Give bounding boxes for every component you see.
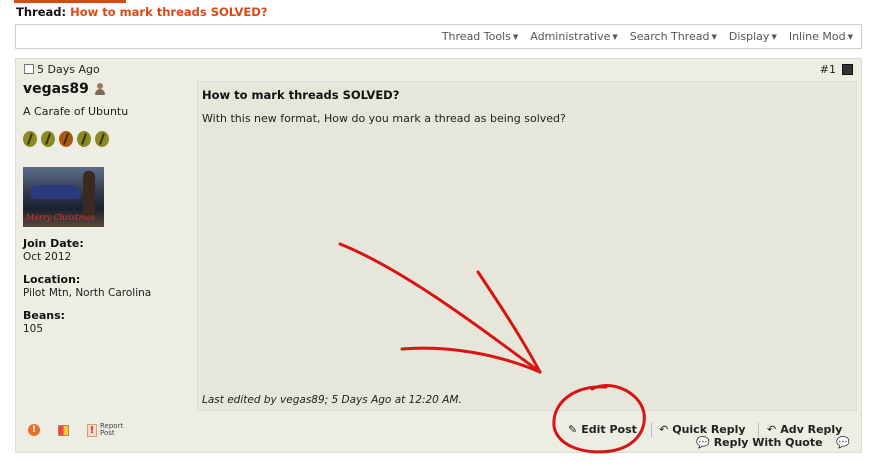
location-label: Location:: [23, 273, 81, 286]
join-date-label: Join Date:: [23, 237, 84, 250]
post-select-checkbox[interactable]: [24, 64, 34, 74]
search-thread-menu[interactable]: Search Thread ▼: [630, 30, 717, 43]
edit-post-label: Edit Post: [581, 423, 637, 436]
location-field: Location: Pilot Mtn, North Carolina: [23, 273, 193, 299]
administrative-label: Administrative: [530, 30, 611, 43]
avatar[interactable]: Merry Christmas: [23, 167, 104, 227]
multi-quote-button[interactable]: 💬: [836, 436, 850, 449]
administrative-menu[interactable]: Administrative ▼: [530, 30, 617, 43]
bean-icon: [77, 131, 91, 147]
footer-divider: [758, 423, 759, 437]
inline-mod-label: Inline Mod: [788, 30, 846, 43]
edit-post-button[interactable]: ✎ Edit Post: [568, 423, 637, 436]
user-title: A Carafe of Ubuntu: [23, 105, 129, 118]
caret-down-icon: ▼: [847, 32, 853, 41]
beans-value: 105: [23, 323, 44, 335]
post-date: 5 Days Ago: [24, 63, 100, 76]
post-number: #1: [820, 63, 853, 76]
infraction-icon[interactable]: !: [28, 424, 40, 436]
thread-tools-menu[interactable]: Thread Tools ▼: [442, 30, 518, 43]
avatar-caption: Merry Christmas: [26, 213, 96, 222]
multi-quote-icon: 💬: [836, 436, 850, 449]
thread-title: Thread: How to mark threads SOLVED?: [16, 5, 268, 19]
user-status-icon: [94, 83, 106, 95]
username-link[interactable]: vegas89: [23, 81, 89, 97]
bean-icon: [23, 131, 37, 147]
last-edited-time: 12:20 AM: [408, 394, 459, 406]
thread-prefix: Thread:: [16, 5, 67, 19]
report-label: Report Post: [100, 423, 123, 437]
post-number-link[interactable]: #1: [820, 63, 836, 76]
display-menu[interactable]: Display ▼: [729, 30, 777, 43]
adv-reply-label: Adv Reply: [780, 423, 843, 436]
join-date-field: Join Date: Oct 2012: [23, 237, 193, 263]
reputation-beans: [23, 131, 193, 147]
last-edited-period: .: [458, 394, 462, 406]
reply-arrow-icon: ↶: [767, 423, 777, 436]
post-container: 5 Days Ago #1 vegas89 A Carafe of Ubuntu…: [15, 58, 862, 453]
report-post-button[interactable]: ! Report Post: [87, 423, 123, 437]
pencil-icon: ✎: [568, 423, 578, 436]
caret-down-icon: ▼: [711, 32, 717, 41]
report-icon: !: [87, 423, 97, 437]
beans-label: Beans:: [23, 309, 66, 322]
join-date-value: Oct 2012: [23, 251, 72, 263]
post-footer: ! ! Report Post ✎ Edit Post ↶ Quick Repl…: [16, 415, 861, 453]
caret-down-icon: ▼: [512, 32, 519, 41]
quick-reply-label: Quick Reply: [672, 423, 746, 436]
reputation-icon[interactable]: [58, 424, 69, 436]
footer-divider: [651, 423, 652, 437]
thread-toolbar: Thread Tools ▼ Administrative ▼ Search Thr…: [15, 24, 862, 49]
beans-field: Beans: 105: [23, 309, 193, 335]
caret-down-icon: ▼: [771, 32, 777, 41]
reply-arrow-icon: ↶: [659, 423, 669, 436]
quick-reply-button[interactable]: ↶ Quick Reply: [659, 423, 746, 436]
adv-reply-button[interactable]: ↶ Adv Reply: [767, 423, 842, 436]
reply-with-quote-button[interactable]: 💬 Reply With Quote: [696, 436, 823, 449]
thread-tools-label: Thread Tools: [441, 30, 511, 43]
post-date-text: 5 Days Ago: [37, 62, 100, 76]
inline-mod-menu[interactable]: Inline Mod ▼: [789, 30, 853, 43]
thread-title-link[interactable]: How to mark threads SOLVED?: [70, 5, 267, 19]
username: vegas89: [23, 81, 193, 97]
user-info-panel: vegas89 A Carafe of Ubuntu Merry Christm…: [23, 81, 193, 335]
post-header: 5 Days Ago #1: [16, 59, 861, 79]
bean-icon: [95, 131, 109, 147]
avatar-car: [31, 185, 81, 199]
last-edited-note: Last edited by vegas89; 5 Days Ago at 12…: [202, 394, 462, 406]
last-edited-text: Last edited by vegas89; 5 Days Ago at: [202, 394, 406, 406]
quote-bubble-icon: 💬: [696, 436, 710, 449]
header-accent-strip: [14, 0, 126, 3]
caret-down-icon: ▼: [612, 32, 618, 41]
inline-mod-checkbox[interactable]: [842, 63, 853, 75]
post-content: How to mark threads SOLVED? With this ne…: [197, 81, 857, 411]
post-footer-left: ! ! Report Post: [28, 423, 123, 437]
avatar-person: [83, 171, 95, 217]
report-label-line2: Post: [100, 429, 115, 437]
reply-with-quote-label: Reply With Quote: [713, 436, 823, 449]
post-title: How to mark threads SOLVED?: [202, 88, 400, 102]
post-message: With this new format, How do you mark a …: [202, 112, 566, 125]
location-value: Pilot Mtn, North Carolina: [23, 287, 152, 299]
bean-icon: [59, 131, 73, 147]
search-thread-label: Search Thread: [629, 30, 710, 43]
bean-icon: [41, 131, 55, 147]
display-label: Display: [728, 30, 770, 43]
